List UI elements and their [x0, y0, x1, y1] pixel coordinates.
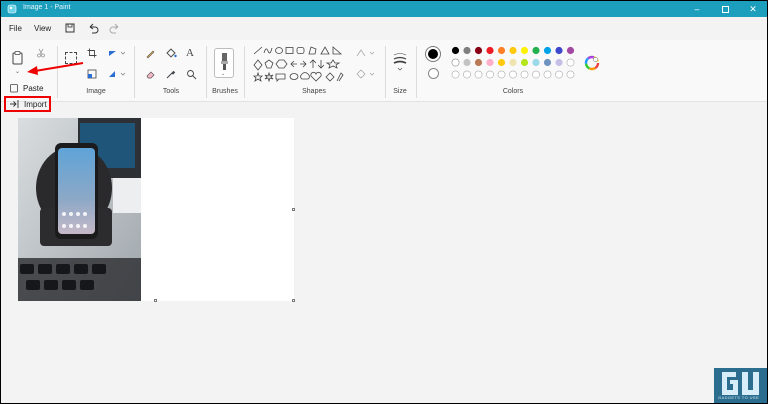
color-swatch[interactable]: [543, 46, 552, 55]
close-button[interactable]: ✕: [739, 1, 767, 17]
color-swatch[interactable]: [497, 58, 506, 67]
custom-color-slot[interactable]: [497, 70, 506, 79]
color-swatch[interactable]: [451, 46, 460, 55]
watermark-text: GADGETS TO USE: [718, 395, 760, 400]
primary-color-fill: [428, 49, 438, 59]
color-swatch[interactable]: [543, 58, 552, 67]
resize-handle-corner[interactable]: [292, 299, 295, 302]
paste-menu-item[interactable]: Paste: [23, 84, 43, 93]
color-swatch[interactable]: [520, 58, 529, 67]
magnifier-icon[interactable]: [186, 69, 197, 80]
brushes-group-label: Brushes: [212, 88, 238, 95]
color-swatch[interactable]: [566, 46, 575, 55]
minimize-icon: –: [694, 4, 700, 14]
shape-outline-icon[interactable]: [355, 48, 377, 58]
shape-fill-icon[interactable]: [355, 69, 377, 79]
color-swatch[interactable]: [474, 46, 483, 55]
menu-view[interactable]: View: [34, 24, 51, 33]
paste-dropdown-chevron-icon[interactable]: ⌄: [15, 68, 20, 75]
paste-icon[interactable]: [9, 83, 19, 93]
custom-color-slot[interactable]: [543, 70, 552, 79]
brush-chevron-icon: ⌄: [221, 71, 226, 77]
color-swatch[interactable]: [532, 46, 540, 55]
shapes-group-label: Shapes: [302, 88, 326, 95]
pasted-photo[interactable]: [18, 118, 141, 301]
custom-color-slot[interactable]: [451, 70, 460, 79]
resize-handle-bottom[interactable]: [154, 299, 157, 302]
color-swatch[interactable]: [463, 58, 471, 67]
text-tool-icon[interactable]: A: [186, 47, 194, 59]
size-lines-icon[interactable]: [393, 52, 407, 72]
color-swatch[interactable]: [509, 58, 517, 67]
pencil-icon[interactable]: [145, 48, 156, 59]
ribbon-toolbar: ⌄ Image A Tools ⌄ Brushes Shapes Size Co…: [1, 40, 767, 102]
color-swatch[interactable]: [532, 58, 540, 67]
fill-bucket-icon[interactable]: [165, 48, 177, 59]
custom-color-slot[interactable]: [566, 70, 575, 79]
color-swatch[interactable]: [555, 58, 563, 67]
color-palette: [451, 46, 577, 82]
color-picker-icon[interactable]: [165, 69, 176, 80]
paint-app-icon: [7, 4, 17, 14]
annotation-arrow: [27, 62, 84, 75]
color-swatch[interactable]: [520, 46, 529, 55]
shapes-gallery[interactable]: [253, 46, 349, 82]
crop-icon[interactable]: [87, 48, 97, 58]
custom-color-slot[interactable]: [463, 70, 471, 79]
color-palette-swatches[interactable]: [451, 46, 577, 82]
color-swatch[interactable]: [463, 46, 471, 55]
title-bar: Image 1 - Paint – ✕: [1, 1, 767, 17]
color-swatch[interactable]: [474, 58, 483, 67]
minimize-button[interactable]: –: [683, 1, 711, 17]
resize-icon[interactable]: [87, 69, 97, 79]
custom-color-slot[interactable]: [532, 70, 540, 79]
resize-handle-right[interactable]: [292, 208, 295, 211]
brush-selector-button[interactable]: ⌄: [214, 48, 234, 78]
color-swatch[interactable]: [555, 46, 563, 55]
custom-color-slot[interactable]: [520, 70, 529, 79]
edit-colors-icon[interactable]: [584, 55, 600, 71]
colors-group-label: Colors: [502, 88, 524, 95]
eraser-icon[interactable]: [145, 69, 156, 80]
maximize-button[interactable]: [711, 1, 739, 17]
undo-icon[interactable]: [86, 21, 100, 35]
secondary-color-swatch[interactable]: [428, 68, 439, 79]
flip-icon[interactable]: [107, 69, 125, 79]
primary-color-swatch[interactable]: [425, 46, 441, 62]
color-swatch[interactable]: [486, 58, 494, 67]
import-highlight-box: [4, 96, 51, 112]
size-group-label: Size: [393, 88, 407, 95]
clipboard-paste-icon[interactable]: [11, 50, 25, 66]
maximize-icon: [721, 5, 729, 13]
close-icon: ✕: [749, 3, 757, 14]
cut-icon[interactable]: [36, 48, 46, 58]
color-swatch[interactable]: [509, 46, 517, 55]
color-swatch[interactable]: [486, 46, 494, 55]
color-swatch[interactable]: [566, 58, 575, 67]
redo-icon[interactable]: [108, 21, 122, 35]
tools-group-label: Tools: [162, 88, 180, 95]
drawing-canvas[interactable]: [18, 118, 295, 302]
rotate-icon[interactable]: [107, 48, 125, 58]
color-swatch[interactable]: [451, 58, 460, 67]
menu-bar: File View: [1, 17, 767, 40]
paint-window: Image 1 - Paint – ✕ File View ⌄ Image A …: [1, 1, 767, 403]
brush-icon: [221, 53, 228, 70]
color-swatch[interactable]: [497, 46, 506, 55]
menu-file[interactable]: File: [9, 24, 22, 33]
custom-color-slot[interactable]: [509, 70, 517, 79]
custom-color-slot[interactable]: [555, 70, 563, 79]
custom-color-slot[interactable]: [474, 70, 483, 79]
custom-color-slot[interactable]: [486, 70, 494, 79]
image-group-label: Image: [86, 88, 106, 95]
window-title: Image 1 - Paint: [23, 4, 71, 11]
save-icon[interactable]: [63, 21, 77, 35]
